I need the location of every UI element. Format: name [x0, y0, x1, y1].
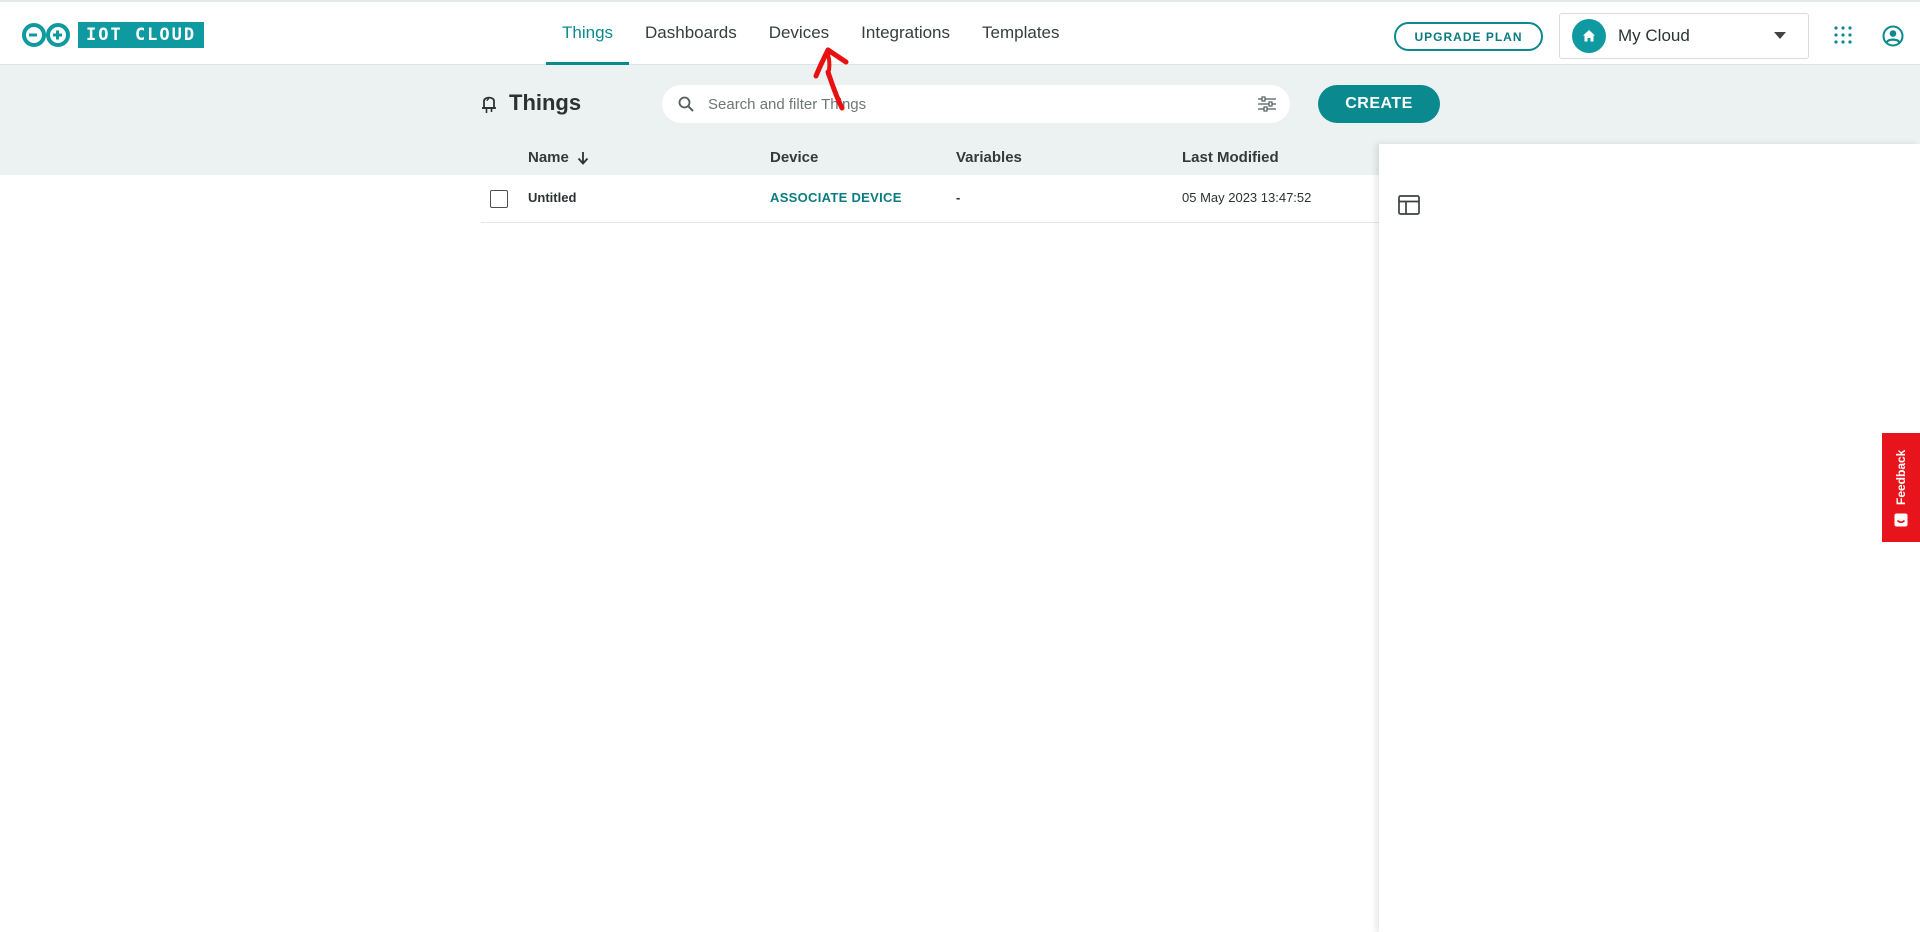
search-input[interactable]	[708, 95, 1228, 113]
feedback-smile-icon	[1894, 513, 1908, 527]
lightbulb-icon	[482, 96, 496, 113]
iot-cloud-logo[interactable]: IOT CLOUD	[20, 22, 205, 48]
create-button[interactable]: CREATE	[1318, 85, 1440, 123]
top-header: IOT CLOUD Things Dashboards Devices Inte…	[0, 0, 1920, 65]
feedback-label: Feedback	[1894, 449, 1908, 505]
column-header-name[interactable]: Name	[528, 149, 589, 166]
page-title: Things	[481, 90, 581, 116]
column-header-device: Device	[770, 149, 819, 166]
tab-devices[interactable]: Devices	[753, 2, 845, 64]
column-header-name-label: Name	[528, 149, 569, 166]
upgrade-plan-button[interactable]: UPGRADE PLAN	[1394, 22, 1543, 51]
tab-dashboards[interactable]: Dashboards	[629, 2, 753, 64]
arrow-down-icon	[577, 151, 589, 165]
tab-integrations[interactable]: Integrations	[845, 2, 966, 64]
thing-variables: -	[956, 190, 961, 205]
filter-sliders-icon[interactable]	[1258, 96, 1276, 112]
apps-grid-icon[interactable]	[1834, 26, 1852, 44]
associate-device-link[interactable]: ASSOCIATE DEVICE	[770, 190, 902, 205]
feedback-tab[interactable]: Feedback	[1882, 433, 1920, 542]
side-panel	[1379, 144, 1920, 932]
home-icon	[1572, 19, 1606, 53]
logo-text: IOT CLOUD	[78, 22, 205, 48]
column-header-last-modified: Last Modified	[1182, 149, 1279, 166]
arduino-infinity-icon	[22, 23, 70, 47]
cloud-selector-value: My Cloud	[1618, 26, 1690, 45]
thing-name[interactable]: Untitled	[528, 190, 576, 205]
user-account-icon[interactable]	[1882, 25, 1904, 47]
table-layout-icon[interactable]	[1398, 195, 1420, 215]
things-heading: Things	[509, 90, 582, 115]
cloud-selector[interactable]: My Cloud	[1559, 13, 1809, 59]
thing-last-modified: 05 May 2023 13:47:52	[1182, 190, 1312, 205]
caret-down-icon	[1774, 32, 1786, 39]
tab-things[interactable]: Things	[546, 2, 630, 65]
column-header-variables: Variables	[956, 149, 1022, 166]
tab-templates[interactable]: Templates	[966, 2, 1075, 64]
search-icon	[678, 96, 694, 112]
app-root: IOT CLOUD Things Dashboards Devices Inte…	[0, 0, 1920, 932]
row-divider	[481, 222, 1379, 223]
search-bar	[662, 85, 1290, 123]
row-checkbox[interactable]	[490, 190, 508, 208]
main-nav: Things Dashboards Devices Integrations T…	[546, 2, 1076, 65]
